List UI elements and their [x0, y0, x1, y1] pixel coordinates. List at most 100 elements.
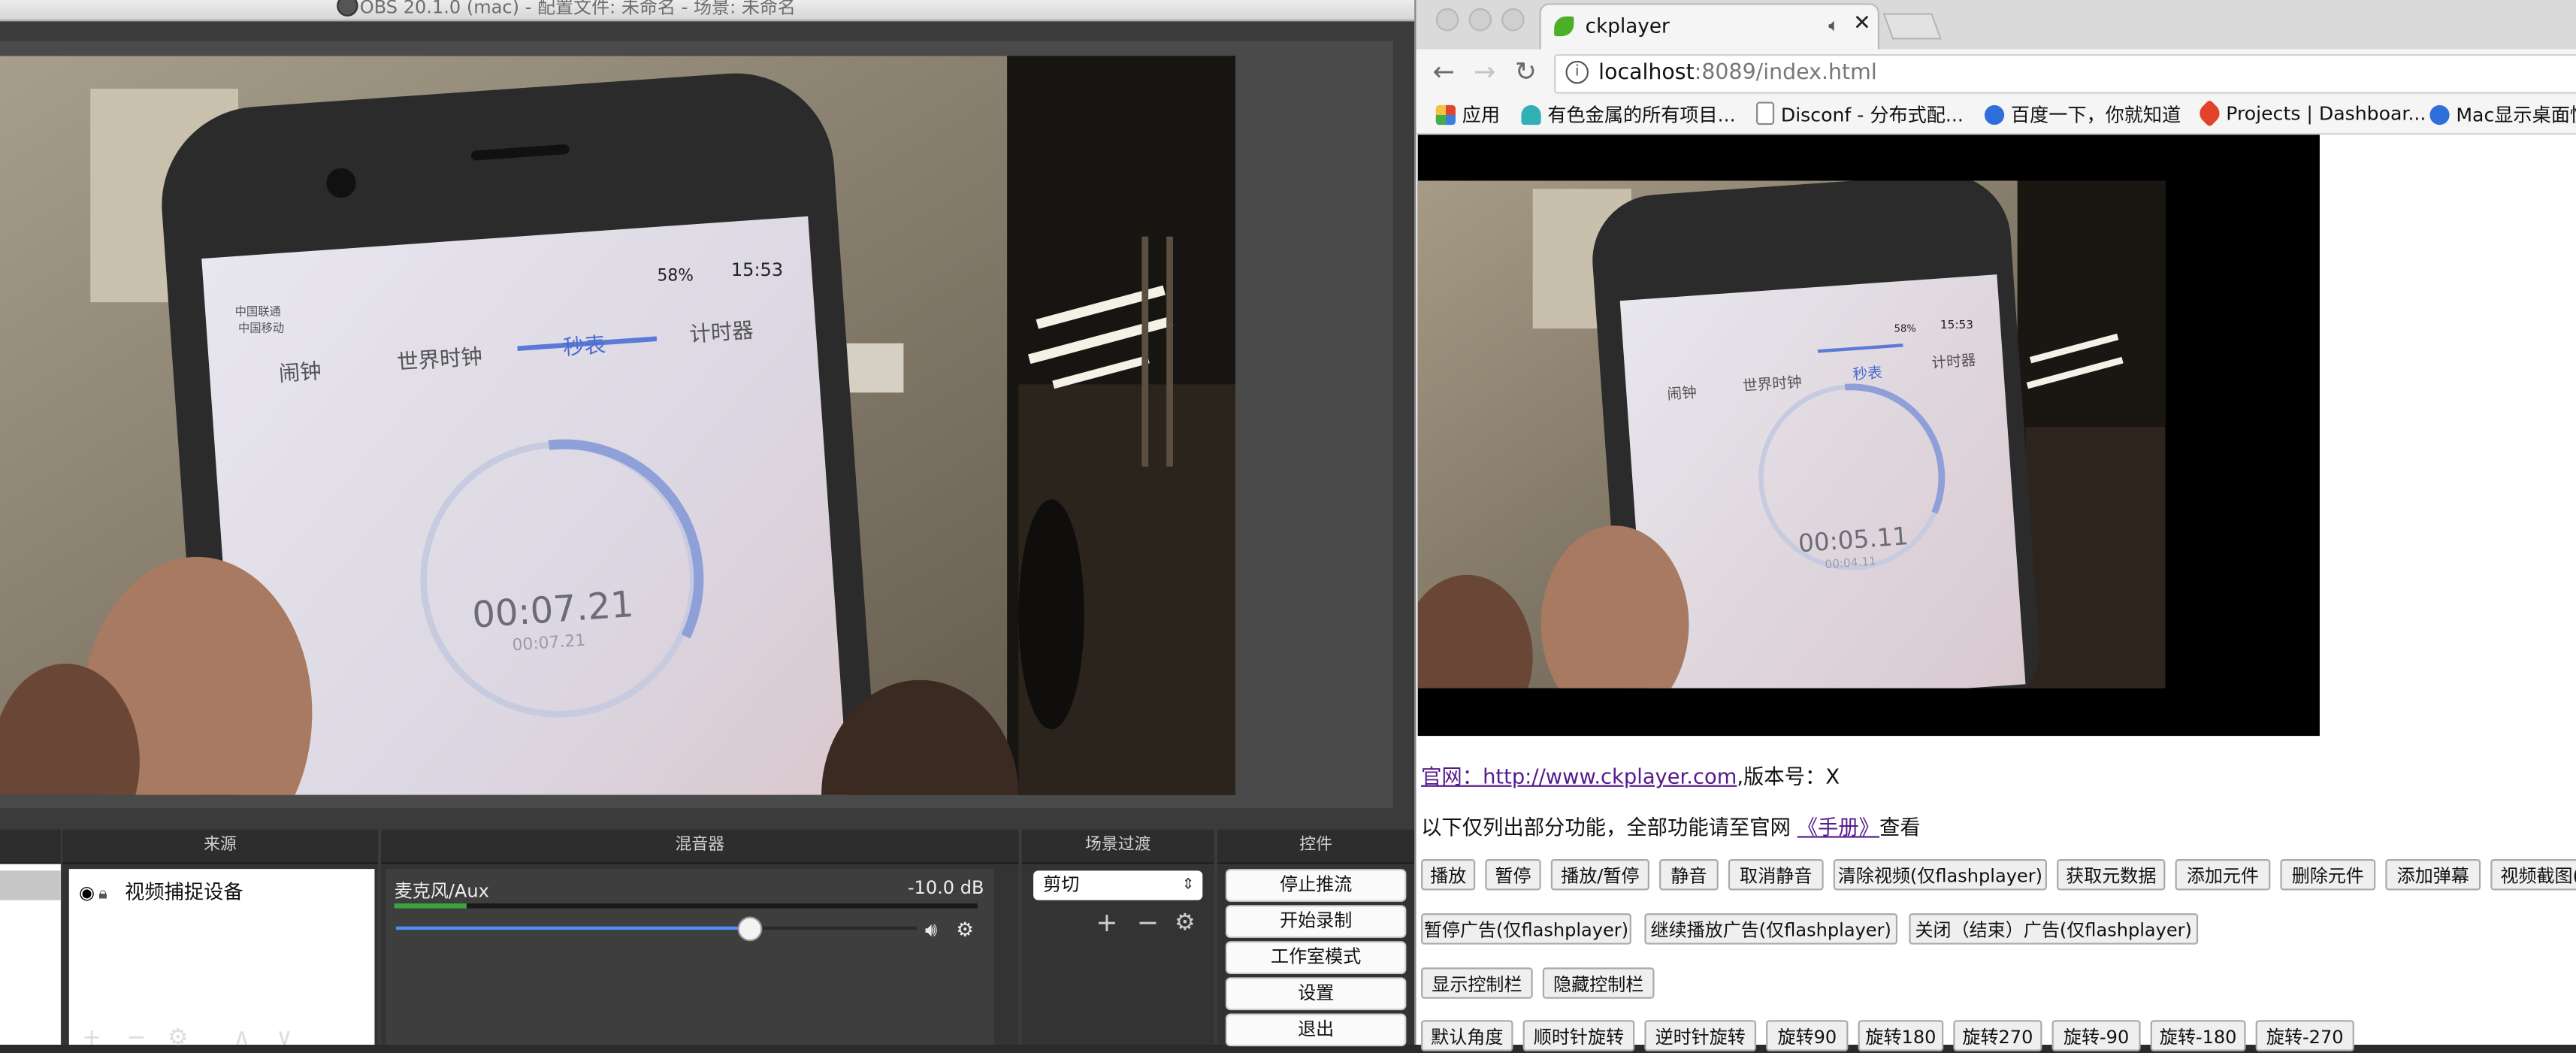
tab-ckplayer[interactable]: ckplayer 🔈︎ ✕ [1539, 3, 1880, 51]
play-pause-button[interactable]: 播放/暂停 [1550, 859, 1649, 891]
exit-button[interactable]: 退出 [1225, 1013, 1407, 1047]
bookmark-gitlab[interactable]: Projects | Dashboar... [2195, 99, 2426, 128]
pause-ad-button[interactable]: 暂停广告(仅flashplayer) [1421, 913, 1631, 945]
bookmark-apps[interactable]: 应用 [1435, 102, 1500, 129]
gitlab-icon [2195, 99, 2224, 128]
studio-mode-button[interactable]: 工作室模式 [1225, 941, 1407, 975]
start-recording-button[interactable]: 开始录制 [1225, 905, 1407, 938]
official-site-label-link[interactable]: 官网： [1421, 764, 1483, 788]
bookmark-baidu[interactable]: 百度一下，你就知道 [1984, 102, 2181, 129]
bookmark-mac[interactable]: Mac显示桌面快 [2429, 102, 2576, 129]
pause-button[interactable]: 暂停 [1485, 859, 1541, 891]
svg-text:中国移动: 中国移动 [238, 321, 284, 334]
add-danmaku-button[interactable]: 添加弹幕 [2385, 859, 2481, 891]
source-label: 视频捕捉设备 [125, 880, 243, 904]
remove-icon[interactable]: − [1137, 906, 1159, 938]
move-up-icon[interactable]: ∧ [233, 1025, 249, 1051]
mixer-channel-name: 麦克风/Aux [394, 880, 489, 902]
rotate-minus-180-button[interactable]: 旋转-180 [2150, 1020, 2246, 1051]
mute-button[interactable]: 静音 [1659, 859, 1719, 891]
rotate-minus-90-button[interactable]: 旋转-90 [2051, 1020, 2141, 1051]
video-image: 15:53 58% 闹钟 世界时钟 秒表 计时器 00:05.11 00:04.… [1417, 180, 2166, 688]
default-angle-button[interactable]: 默认角度 [1421, 1020, 1513, 1051]
ckplayer-video[interactable]: 15:53 58% 闹钟 世界时钟 秒表 计时器 00:05.11 00:04.… [1417, 135, 2320, 737]
gear-icon[interactable]: ⚙ [956, 918, 974, 942]
add-element-button[interactable]: 添加元件 [2175, 859, 2271, 891]
hide-controlbar-button[interactable]: 隐藏控制栏 [1542, 967, 1655, 999]
move-down-icon[interactable]: ∨ [276, 1025, 292, 1051]
rotate-minus-270-button[interactable]: 旋转-270 [2255, 1020, 2354, 1051]
project-icon [1521, 104, 1541, 126]
obs-window: OBS 20.1.0 (mac) - 配置文件: 未命名 - 场景: 未命名 1… [0, 0, 1415, 1051]
scenes-header [0, 829, 61, 864]
unmute-button[interactable]: 取消静音 [1728, 859, 1824, 891]
add-source-icon[interactable]: + [82, 1025, 101, 1051]
reload-icon[interactable]: ↻ [1515, 56, 1537, 87]
baidu-paw-icon [2429, 104, 2450, 126]
close-icon[interactable]: ✕ [1853, 11, 1871, 36]
svg-text:秒表: 秒表 [562, 332, 606, 360]
audio-meter-fill [394, 903, 467, 909]
transitions-header: 场景过渡 [1021, 829, 1214, 864]
stop-streaming-button[interactable]: 停止推流 [1225, 869, 1407, 902]
obs-preview-video: 15:53 58% 中国联通 中国移动 闹钟 世界时钟 秒表 计时器 00:07… [0, 56, 1236, 795]
official-site-link[interactable]: http://www.ckplayer.com [1483, 764, 1737, 788]
svg-text:计时器: 计时器 [688, 318, 754, 347]
source-item[interactable]: ◉ 🔒︎ 视频捕捉设备 [79, 877, 243, 905]
audio-meter [394, 903, 978, 909]
scene-item-selected[interactable] [0, 870, 61, 900]
rotate-cw-button[interactable]: 顺时针旋转 [1522, 1020, 1635, 1051]
clear-video-button[interactable]: 清除视频(仅flashplayer) [1833, 859, 2048, 891]
rotate-180-button[interactable]: 旋转180 [1858, 1020, 1944, 1051]
feature-note-text: 以下仅列出部分功能，全部功能请至官网 [1421, 815, 1791, 840]
lock-icon[interactable]: 🔒︎ [98, 885, 118, 903]
obs-window-title: OBS 20.1.0 (mac) - 配置文件: 未命名 - 场景: 未命名 [359, 0, 796, 19]
rotate-ccw-button[interactable]: 逆时针旋转 [1644, 1020, 1757, 1051]
bookmark-disconf[interactable]: Disconf - 分布式配... [1756, 101, 1964, 129]
close-window-button[interactable] [1435, 8, 1459, 32]
speaker-icon[interactable]: 🔊︎ [925, 918, 938, 943]
sources-list[interactable]: ◉ 🔒︎ 视频捕捉设备 [68, 869, 375, 1045]
audio-playing-icon[interactable]: 🔈︎ [1828, 15, 1839, 38]
new-tab-button[interactable] [1882, 13, 1942, 40]
resume-ad-button[interactable]: 继续播放广告(仅flashplayer) [1644, 913, 1898, 945]
mixer-channel: 麦克风/Aux -10.0 dB 🔊︎ ⚙ [385, 869, 994, 1045]
eye-icon[interactable]: ◉ [79, 882, 98, 903]
svg-text:58%: 58% [1894, 323, 1916, 334]
apps-grid-icon [1435, 104, 1456, 126]
minimize-window-button[interactable] [1468, 8, 1492, 32]
address-bar[interactable]: i localhost:8089/index.html [1554, 54, 2576, 94]
forward-arrow-icon[interactable]: → [1474, 56, 1495, 87]
sources-header: 来源 [62, 829, 378, 864]
svg-text:计时器: 计时器 [1931, 351, 1977, 371]
rotate-270-button[interactable]: 旋转270 [1953, 1020, 2042, 1051]
info-icon[interactable]: i [1565, 60, 1589, 84]
back-arrow-icon[interactable]: ← [1432, 56, 1454, 87]
volume-slider-handle[interactable] [737, 916, 763, 942]
remove-source-icon[interactable]: − [126, 1025, 146, 1051]
rotate-90-button[interactable]: 旋转90 [1766, 1020, 1849, 1051]
chrome-window: ckplayer 🔈︎ ✕ ← → ↻ i localhost:8089/ind… [1414, 0, 2576, 1051]
svg-text:中国联通: 中国联通 [235, 305, 281, 319]
svg-text:15:53: 15:53 [1940, 318, 1973, 331]
screenshot-button[interactable]: 视频截图(仅 [2490, 859, 2576, 891]
delete-element-button[interactable]: 删除元件 [2280, 859, 2376, 891]
tab-strip: ckplayer 🔈︎ ✕ [1416, 0, 2576, 51]
controls-header: 控件 [1217, 829, 1415, 864]
transition-select[interactable]: 剪切 ⇕ [1033, 870, 1203, 900]
bookmark-projects[interactable]: 有色金属的所有项目... [1521, 102, 1736, 129]
show-controlbar-button[interactable]: 显示控制栏 [1421, 967, 1533, 999]
play-button[interactable]: 播放 [1421, 859, 1476, 891]
add-icon[interactable]: + [1096, 906, 1117, 938]
gear-icon[interactable]: ⚙ [1175, 910, 1195, 937]
source-settings-icon[interactable]: ⚙ [168, 1025, 188, 1051]
get-metadata-button[interactable]: 获取元数据 [2057, 859, 2166, 891]
scenes-list[interactable] [0, 864, 61, 1045]
settings-button[interactable]: 设置 [1225, 977, 1407, 1011]
manual-link[interactable]: 《手册》 [1797, 815, 1879, 840]
address-url[interactable]: localhost:8089/index.html [1598, 61, 1877, 86]
zoom-window-button[interactable] [1501, 8, 1525, 32]
obs-preview-image: 15:53 58% 中国联通 中国移动 闹钟 世界时钟 秒表 计时器 00:07… [0, 56, 1236, 795]
volume-slider[interactable] [395, 926, 917, 930]
close-ad-button[interactable]: 关闭（结束）广告(仅flashplayer) [1909, 913, 2199, 945]
